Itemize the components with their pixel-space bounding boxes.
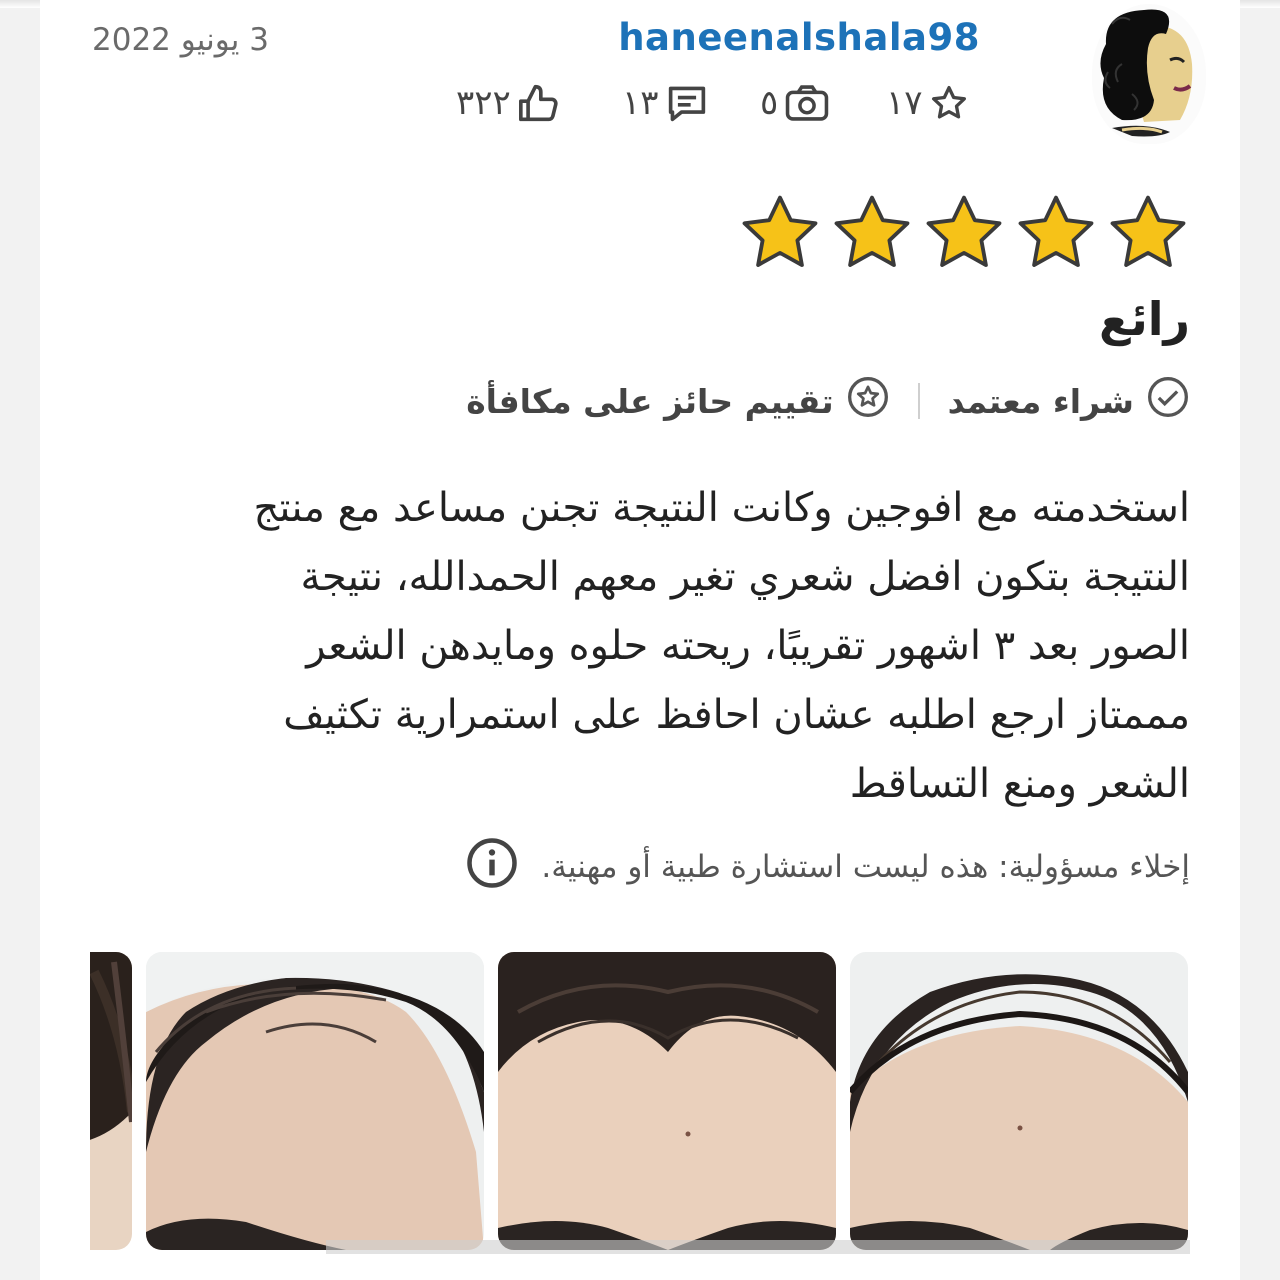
carousel-scroll-indicator — [326, 1240, 1190, 1254]
review-photo[interactable] — [498, 952, 836, 1250]
camera-icon — [784, 83, 830, 123]
thumbs-up-icon — [517, 83, 561, 123]
review-body-line: النتيجة بتكون افضل شعري تغير معهم الحمدا… — [300, 554, 1190, 600]
review-badges: شراء معتمد تقييم حائز على مكافأة — [466, 374, 1190, 428]
review-title: رائع — [1099, 292, 1190, 346]
info-icon[interactable] — [465, 836, 519, 898]
stat-helpful: ٣٢٢ — [456, 80, 561, 126]
check-circle-icon — [1146, 375, 1190, 427]
rating-stars — [738, 192, 1190, 272]
review-body: استخدمته مع افوجين وكانت النتيجة تجنن مس… — [110, 474, 1190, 819]
verified-purchase-label: شراء معتمد — [947, 381, 1134, 421]
star-circle-icon — [846, 375, 890, 427]
stat-comments-count: ١٣ — [622, 83, 659, 123]
review-photos-carousel[interactable] — [90, 952, 1190, 1250]
stat-reviews-count: ١٧ — [886, 83, 923, 123]
rating-star-icon — [738, 192, 822, 272]
verified-purchase-badge: شراء معتمد — [948, 375, 1190, 427]
incentivized-review-label: تقييم حائز على مكافأة — [466, 381, 834, 421]
rating-star-icon — [1106, 192, 1190, 272]
review-photo[interactable] — [146, 952, 484, 1250]
disclaimer-text: إخلاء مسؤولية: هذه ليست استشارة طبية أو … — [541, 849, 1190, 885]
review-photo[interactable] — [90, 952, 132, 1250]
rating-star-icon — [830, 192, 914, 272]
review-date: 3 يونيو 2022 — [92, 22, 269, 58]
stat-comments: ١٣ — [622, 80, 709, 126]
stat-photos: ٥ — [760, 80, 830, 126]
badge-divider — [917, 383, 920, 419]
disclaimer: إخلاء مسؤولية: هذه ليست استشارة طبية أو … — [465, 838, 1190, 894]
stat-photos-count: ٥ — [760, 83, 779, 123]
comment-icon — [665, 83, 709, 123]
rating-star-icon — [1014, 192, 1098, 272]
reviewer-username[interactable]: haneenalshala98 — [618, 16, 980, 59]
stat-helpful-count: ٣٢٢ — [456, 83, 511, 123]
incentivized-review-badge: تقييم حائز على مكافأة — [466, 375, 889, 427]
review-body-line: مممتاز ارجع اطلبه عشان احافظ على استمرار… — [283, 692, 1190, 738]
user-avatar[interactable] — [1092, 4, 1206, 144]
review-body-line: الصور بعد ٣ اشهور تقريبًا، ريحته حلوه وم… — [306, 623, 1190, 669]
star-outline-icon — [929, 83, 969, 123]
rating-star-icon — [922, 192, 1006, 272]
review-photo[interactable] — [850, 952, 1188, 1250]
review-body-line: استخدمته مع افوجين وكانت النتيجة تجنن مس… — [253, 485, 1190, 531]
stat-reviews: ١٧ — [886, 80, 969, 126]
review-body-line: الشعر ومنع التساقط — [849, 761, 1190, 807]
